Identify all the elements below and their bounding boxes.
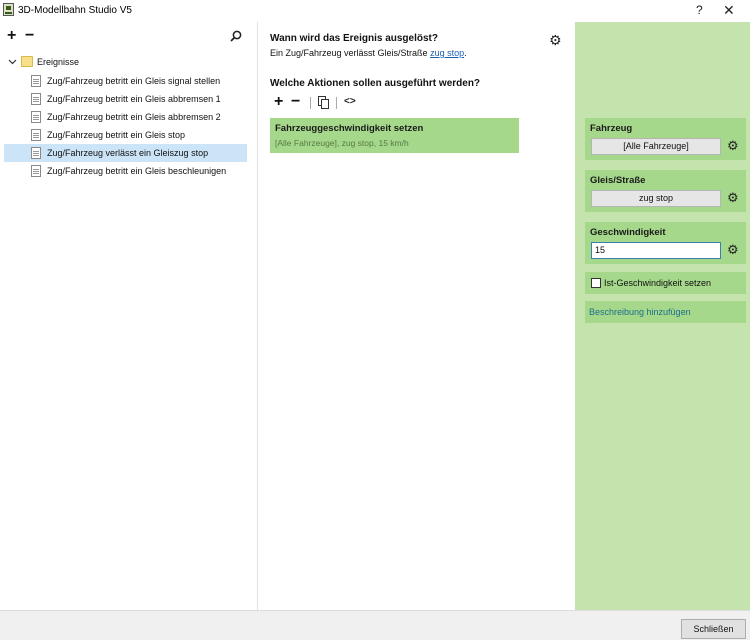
event-item-label: Zug/Fahrzeug betritt ein Gleis abbremsen… [47, 112, 221, 122]
speed-gear-icon[interactable]: ⚙ [727, 242, 739, 257]
event-item[interactable]: Zug/Fahrzeug betritt ein Gleis beschleun… [4, 162, 247, 180]
event-item-label: Zug/Fahrzeug betritt ein Gleis abbremsen… [47, 94, 221, 104]
tree-root-events[interactable]: Ereignisse [8, 55, 248, 70]
track-title: Gleis/Straße [590, 175, 646, 186]
event-item-label: Zug/Fahrzeug betritt ein Gleis stop [47, 130, 186, 140]
action-title: Fahrzeuggeschwindigkeit setzen [275, 123, 424, 134]
document-icon [31, 129, 41, 141]
remove-event-button[interactable]: − [25, 28, 34, 44]
code-view-button[interactable]: <> [344, 96, 356, 107]
action-properties-panel: Fahrzeug [Alle Fahrzeuge] ⚙ Gleis/Straße… [575, 22, 750, 610]
actions-toolbar: + − <> [274, 94, 394, 111]
toolbar-divider [310, 97, 311, 109]
toolbar-divider [336, 97, 337, 109]
event-list: Zug/Fahrzeug betritt ein Gleis signal st… [4, 72, 247, 180]
event-item[interactable]: Zug/Fahrzeug betritt ein Gleis stop [4, 126, 247, 144]
event-item[interactable]: Zug/Fahrzeug betritt ein Gleis abbremsen… [4, 108, 247, 126]
tree-root-label: Ereignisse [37, 57, 80, 67]
event-item[interactable]: Zug/Fahrzeug betritt ein Gleis abbremsen… [4, 90, 247, 108]
document-icon [31, 147, 41, 159]
event-editor-panel: Wann wird das Ereignis ausgelöst? Ein Zu… [259, 22, 575, 610]
speed-property: Geschwindigkeit 15 ⚙ [585, 222, 746, 264]
event-item-selected[interactable]: Zug/Fahrzeug verlässt ein Gleiszug stop [4, 144, 247, 162]
vehicle-title: Fahrzeug [590, 123, 633, 134]
actual-speed-label: Ist-Geschwindigkeit setzen [604, 278, 712, 288]
document-icon [31, 93, 41, 105]
event-item[interactable]: Zug/Fahrzeug betritt ein Gleis signal st… [4, 72, 247, 90]
help-button[interactable]: ? [696, 3, 703, 17]
actual-speed-option[interactable]: Ist-Geschwindigkeit setzen [585, 272, 746, 294]
chevron-down-icon[interactable] [8, 57, 17, 68]
document-icon [31, 111, 41, 123]
vehicle-gear-icon[interactable]: ⚙ [727, 138, 739, 153]
action-card[interactable]: Fahrzeuggeschwindigkeit setzen [Alle Fah… [270, 118, 519, 153]
search-icon[interactable] [230, 30, 242, 42]
speed-input[interactable]: 15 [591, 242, 721, 259]
actual-speed-checkbox[interactable] [591, 278, 601, 288]
trigger-track-link[interactable]: zug stop [430, 48, 464, 58]
trigger-text: Ein Zug/Fahrzeug verlässt Gleis/Straße [270, 48, 428, 58]
window-title: 3D-Modellbahn Studio V5 [18, 5, 132, 16]
close-button[interactable]: Schließen [681, 619, 746, 639]
document-icon [31, 165, 41, 177]
speed-title: Geschwindigkeit [590, 227, 666, 238]
add-event-button[interactable]: + [7, 28, 16, 44]
dialog-footer: Schließen [0, 610, 750, 640]
trigger-period: . [464, 48, 467, 58]
description-row: Beschreibung hinzufügen [585, 301, 746, 323]
action-summary: [Alle Fahrzeuge], zug stop, 15 km/h [275, 138, 409, 148]
vehicle-property: Fahrzeug [Alle Fahrzeuge] ⚙ [585, 118, 746, 160]
vehicle-select-button[interactable]: [Alle Fahrzeuge] [591, 138, 721, 155]
trigger-heading: Wann wird das Ereignis ausgelöst? [270, 33, 438, 44]
event-item-label: Zug/Fahrzeug betritt ein Gleis beschleun… [47, 166, 227, 176]
title-bar: 3D-Modellbahn Studio V5 ? ✕ [0, 0, 750, 22]
track-gear-icon[interactable]: ⚙ [727, 190, 739, 205]
folder-icon [21, 56, 33, 67]
trigger-description: Ein Zug/Fahrzeug verlässt Gleis/Straße z… [270, 48, 467, 58]
track-select-button[interactable]: zug stop [591, 190, 721, 207]
document-icon [31, 75, 41, 87]
events-panel: + − Ereignisse Zug/Fahrzeug betritt ein … [0, 22, 258, 610]
track-property: Gleis/Straße zug stop ⚙ [585, 170, 746, 212]
actions-heading: Welche Aktionen sollen ausgeführt werden… [270, 78, 481, 89]
remove-action-button[interactable]: − [291, 94, 300, 110]
add-description-link[interactable]: Beschreibung hinzufügen [589, 307, 691, 317]
close-window-button[interactable]: ✕ [723, 2, 735, 19]
copy-icon[interactable] [318, 96, 330, 109]
add-action-button[interactable]: + [274, 94, 283, 110]
event-item-label: Zug/Fahrzeug betritt ein Gleis signal st… [47, 76, 221, 86]
app-icon [3, 3, 14, 16]
event-item-label: Zug/Fahrzeug verlässt ein Gleiszug stop [47, 148, 209, 158]
trigger-settings-gear-icon[interactable]: ⚙ [549, 32, 562, 49]
